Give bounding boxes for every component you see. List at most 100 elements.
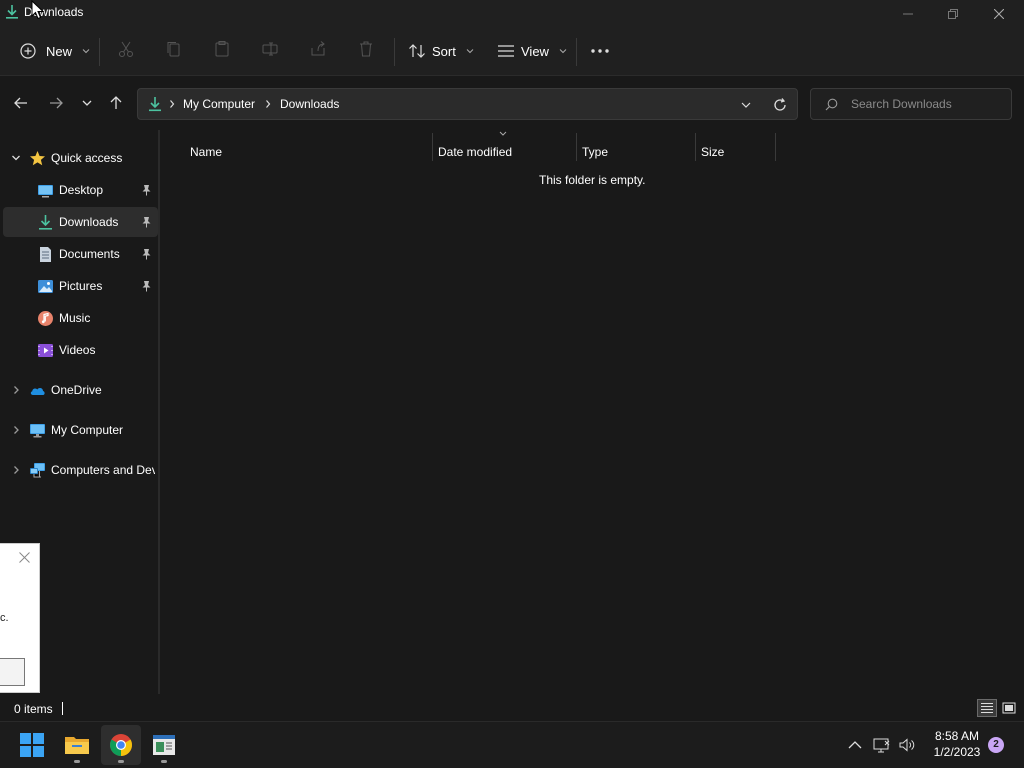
cut-icon[interactable] — [117, 40, 135, 58]
item-count: 0 items — [14, 702, 53, 716]
forward-button[interactable] — [46, 92, 66, 114]
close-button[interactable] — [976, 0, 1022, 28]
notification-action-button[interactable] — [0, 658, 25, 686]
share-icon[interactable] — [309, 40, 327, 58]
sort-label: Sort — [432, 43, 456, 59]
close-icon[interactable] — [19, 552, 30, 563]
navigation-bar: My Computer Downloads — [0, 77, 1024, 129]
chevron-right-icon[interactable] — [11, 465, 21, 475]
sidebar-item-label: Videos — [59, 343, 96, 357]
large-icons-view-icon — [1002, 702, 1016, 714]
sidebar-item-downloads[interactable]: Downloads — [3, 207, 158, 237]
details-view-button[interactable] — [977, 699, 997, 717]
close-icon — [994, 9, 1004, 19]
column-divider[interactable] — [775, 133, 776, 161]
status-bar: 0 items — [0, 695, 1024, 721]
sidebar-item-music[interactable]: Music — [3, 303, 158, 333]
address-bar[interactable]: My Computer Downloads — [137, 88, 798, 120]
folder-icon — [65, 737, 89, 754]
details-view-icon — [981, 703, 993, 713]
mouse-cursor-icon — [31, 0, 45, 20]
paste-icon[interactable] — [213, 40, 231, 58]
notification-card: c. — [0, 543, 40, 693]
volume-icon[interactable] — [898, 736, 916, 754]
sort-icon — [409, 44, 425, 58]
taskbar-chrome[interactable] — [101, 725, 141, 765]
column-header-label: Date modified — [438, 145, 513, 159]
view-button[interactable]: View — [497, 36, 567, 66]
sidebar-item-onedrive[interactable]: OneDrive — [3, 375, 158, 405]
minimize-button[interactable] — [885, 0, 931, 28]
sidebar-item-my-computer[interactable]: My Computer — [3, 415, 158, 445]
cloud-icon — [30, 387, 45, 395]
column-header-type[interactable]: Type — [576, 138, 695, 166]
sidebar-item-quick-access[interactable]: Quick access — [3, 143, 158, 173]
sidebar-item-desktop[interactable]: Desktop — [3, 175, 158, 205]
sidebar-item-pictures[interactable]: Pictures — [3, 271, 158, 301]
column-header-date-modified[interactable]: Date modified — [432, 138, 576, 166]
pin-icon[interactable] — [141, 184, 152, 196]
download-icon — [149, 97, 161, 112]
restore-button[interactable] — [930, 0, 976, 28]
empty-folder-message: This folder is empty. — [539, 173, 646, 187]
network-status-icon[interactable] — [873, 736, 891, 754]
up-button[interactable] — [106, 92, 126, 114]
arrow-right-icon — [50, 97, 63, 109]
arrow-left-icon — [14, 97, 27, 109]
refresh-icon[interactable] — [772, 97, 788, 113]
minimize-icon — [903, 13, 913, 15]
new-button[interactable]: New — [20, 36, 90, 66]
view-label: View — [521, 43, 549, 59]
notification-badge[interactable]: 2 — [988, 737, 1004, 753]
pictures-icon — [38, 280, 53, 293]
taskbar-app[interactable] — [144, 725, 184, 765]
star-icon — [30, 151, 45, 166]
breadcrumb-my-computer[interactable]: My Computer — [183, 97, 255, 111]
delete-icon[interactable] — [357, 40, 375, 58]
toolbar-divider — [576, 38, 577, 66]
sidebar-item-computers-and-devices[interactable]: Computers and Devices — [3, 455, 158, 485]
toolbar-divider — [394, 38, 395, 66]
large-icons-view-button[interactable] — [999, 699, 1019, 717]
view-list-icon — [498, 45, 514, 57]
column-header-name[interactable]: Name — [184, 138, 432, 166]
arrow-up-icon — [110, 96, 122, 109]
recent-locations-button[interactable] — [77, 92, 97, 114]
sidebar-item-documents[interactable]: Documents — [3, 239, 158, 269]
copy-icon[interactable] — [165, 40, 183, 58]
sidebar-item-label: Desktop — [59, 183, 104, 197]
chevron-right-icon[interactable] — [11, 385, 21, 395]
pin-icon[interactable] — [141, 280, 152, 292]
sidebar-item-label: Computers and Devices — [51, 463, 155, 477]
sidebar-item-label: Downloads — [59, 215, 119, 229]
column-header-label: Size — [701, 145, 725, 159]
chevron-down-icon — [559, 49, 567, 54]
chevron-right-icon — [170, 100, 175, 108]
column-header-size[interactable]: Size — [695, 138, 775, 166]
sort-button[interactable]: Sort — [408, 36, 474, 66]
sidebar-item-videos[interactable]: Videos — [3, 335, 158, 365]
monitor-icon — [30, 424, 45, 438]
clock-time: 8:58 AM — [934, 729, 980, 743]
sidebar-item-label: Quick access — [51, 151, 123, 165]
chevron-down-icon — [82, 100, 92, 106]
chevron-right-icon[interactable] — [11, 425, 21, 435]
search-box[interactable] — [810, 88, 1012, 120]
system-clock[interactable]: 8:58 AM 1/2/2023 — [926, 728, 988, 760]
chevron-down-icon[interactable] — [11, 153, 21, 163]
chevron-down-icon[interactable] — [740, 99, 752, 111]
pin-icon[interactable] — [141, 248, 152, 260]
pin-icon[interactable] — [141, 216, 152, 228]
back-button[interactable] — [11, 92, 31, 114]
more-options-button[interactable] — [590, 36, 610, 66]
running-indicator — [118, 760, 124, 763]
start-button[interactable] — [12, 725, 52, 765]
sort-caret-icon — [499, 131, 507, 136]
chevron-up-icon[interactable] — [846, 736, 864, 754]
search-input[interactable] — [851, 95, 1001, 113]
taskbar-file-explorer[interactable] — [57, 725, 97, 765]
new-label: New — [46, 43, 73, 59]
column-header-label: Type — [582, 145, 609, 159]
rename-icon[interactable] — [261, 40, 279, 58]
breadcrumb-downloads[interactable]: Downloads — [280, 97, 339, 111]
